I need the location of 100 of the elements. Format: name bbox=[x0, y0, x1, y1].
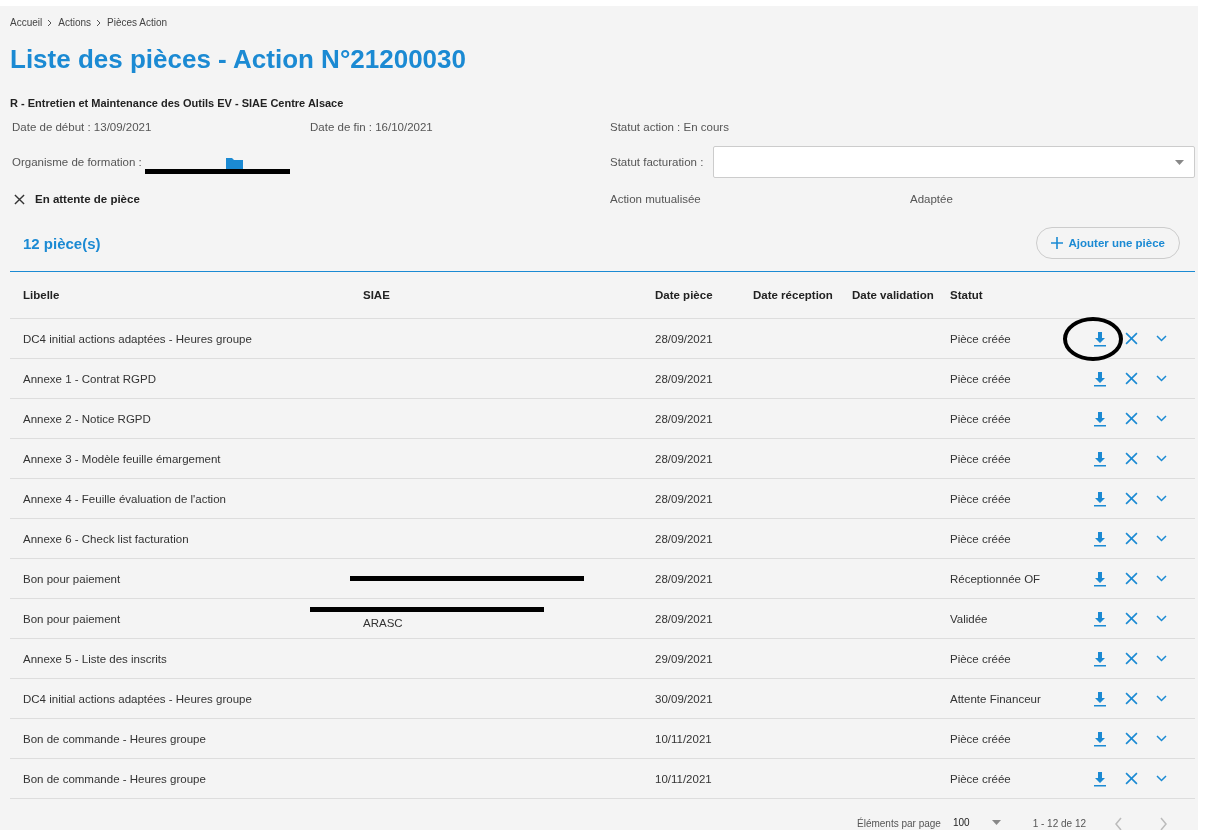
table-cell-text: Validée bbox=[950, 612, 989, 625]
expand-button[interactable] bbox=[1156, 695, 1167, 702]
delete-button[interactable] bbox=[1125, 652, 1138, 665]
table-cell-text: Bon pour paiement bbox=[23, 572, 122, 585]
close-icon bbox=[1125, 372, 1138, 385]
download-icon bbox=[1093, 650, 1107, 667]
table-cell-text: 28/09/2021 bbox=[655, 412, 714, 425]
start-date: Date de début : 13/09/2021 bbox=[11, 121, 153, 133]
download-button[interactable] bbox=[1093, 650, 1107, 667]
table-cell-text: 28/09/2021 bbox=[655, 572, 714, 585]
close-icon bbox=[1125, 532, 1138, 545]
delete-button[interactable] bbox=[1125, 332, 1138, 345]
chevron-down-icon bbox=[1156, 655, 1167, 662]
close-icon bbox=[1125, 652, 1138, 665]
chevron-right-icon bbox=[47, 18, 54, 27]
delete-button[interactable] bbox=[1125, 412, 1138, 425]
table-cell-text: Pièce créée bbox=[950, 532, 1012, 545]
table-cell-text: Annexe 2 - Notice RGPD bbox=[23, 412, 152, 425]
close-icon bbox=[1125, 452, 1138, 465]
previous-page-icon[interactable] bbox=[1114, 816, 1123, 830]
delete-button[interactable] bbox=[1125, 372, 1138, 385]
table-cell-text: 28/09/2021 bbox=[655, 452, 714, 465]
delete-button[interactable] bbox=[1125, 492, 1138, 505]
download-button[interactable] bbox=[1093, 610, 1107, 627]
close-icon bbox=[1125, 612, 1138, 625]
page-size-select[interactable]: 100 bbox=[950, 815, 1003, 830]
table-cell-text: DC4 initial actions adaptées - Heures groupe bbox=[23, 332, 253, 345]
delete-button[interactable] bbox=[1125, 452, 1138, 465]
download-button[interactable] bbox=[1093, 690, 1107, 707]
download-icon bbox=[1093, 690, 1107, 707]
expand-button[interactable] bbox=[1156, 375, 1167, 382]
table-cell-text: Attente Financeur bbox=[950, 692, 1042, 705]
action-status: Statut action : En cours bbox=[610, 121, 730, 133]
expand-button[interactable] bbox=[1156, 575, 1167, 582]
close-icon bbox=[14, 193, 25, 205]
expand-button[interactable] bbox=[1156, 495, 1167, 502]
table-cell-text: Pièce créée bbox=[950, 652, 1012, 665]
expand-button[interactable] bbox=[1156, 615, 1167, 622]
plus-icon bbox=[1050, 237, 1063, 249]
expand-button[interactable] bbox=[1156, 535, 1167, 542]
delete-button[interactable] bbox=[1125, 532, 1138, 545]
download-button[interactable] bbox=[1093, 330, 1107, 347]
table-cell-text: Bon de commande - Heures groupe bbox=[23, 732, 207, 745]
adapted-label: Adaptée bbox=[910, 193, 953, 205]
table-cell-text: 29/09/2021 bbox=[655, 652, 714, 665]
download-button[interactable] bbox=[1093, 530, 1107, 547]
expand-button[interactable] bbox=[1156, 455, 1167, 462]
breadcrumb-link[interactable]: Actions bbox=[58, 17, 92, 28]
download-icon bbox=[1093, 410, 1107, 427]
delete-button[interactable] bbox=[1125, 692, 1138, 705]
table-cell-text: Réceptionnée OF bbox=[950, 572, 1042, 585]
page-size-label: Éléments par page bbox=[857, 818, 941, 829]
mutualised-label: Action mutualisée bbox=[610, 193, 702, 205]
download-button[interactable] bbox=[1093, 410, 1107, 427]
breadcrumb-link[interactable]: Accueil bbox=[10, 17, 43, 28]
chevron-down-icon bbox=[1156, 535, 1167, 542]
chevron-down-icon bbox=[1156, 575, 1167, 582]
table-cell-text: 30/09/2021 bbox=[655, 692, 714, 705]
download-button[interactable] bbox=[1093, 450, 1107, 467]
column-header: SIAE bbox=[363, 289, 391, 301]
page-title: Liste des pièces - Action N°21200030 bbox=[10, 44, 467, 75]
column-header: Libelle bbox=[23, 289, 61, 301]
table-cell-text: 28/09/2021 bbox=[655, 492, 714, 505]
expand-button[interactable] bbox=[1156, 655, 1167, 662]
expand-button[interactable] bbox=[1156, 335, 1167, 342]
delete-button[interactable] bbox=[1125, 572, 1138, 585]
chevron-down-icon bbox=[1156, 615, 1167, 622]
close-icon bbox=[1125, 772, 1138, 785]
download-icon bbox=[1093, 610, 1107, 627]
breadcrumb-link[interactable]: Pièces Action bbox=[107, 17, 168, 28]
delete-button[interactable] bbox=[1125, 732, 1138, 745]
expand-button[interactable] bbox=[1156, 735, 1167, 742]
close-icon bbox=[1125, 492, 1138, 505]
download-button[interactable] bbox=[1093, 770, 1107, 787]
chevron-down-icon bbox=[1156, 695, 1167, 702]
table-cell-text: Annexe 6 - Check list facturation bbox=[23, 532, 190, 545]
close-icon bbox=[1125, 572, 1138, 585]
close-icon bbox=[1125, 412, 1138, 425]
column-header: Date validation bbox=[852, 289, 935, 301]
table-cell-text: 28/09/2021 bbox=[655, 372, 714, 385]
download-button[interactable] bbox=[1093, 570, 1107, 587]
waiting-status: En attente de pièce bbox=[10, 193, 310, 205]
page-range: 1 - 12 de 12 bbox=[1032, 818, 1086, 829]
chevron-down-icon bbox=[1156, 735, 1167, 742]
delete-button[interactable] bbox=[1125, 612, 1138, 625]
download-button[interactable] bbox=[1093, 490, 1107, 507]
piece-count: 12 pièce(s) bbox=[23, 234, 101, 252]
delete-button[interactable] bbox=[1125, 772, 1138, 785]
expand-button[interactable] bbox=[1156, 775, 1167, 782]
table-cell-text: Pièce créée bbox=[950, 452, 1012, 465]
table-cell-text: Bon pour paiement bbox=[23, 612, 122, 625]
chevron-down-icon bbox=[1156, 455, 1167, 462]
download-button[interactable] bbox=[1093, 370, 1107, 387]
dropdown-arrow-icon bbox=[991, 820, 1001, 825]
next-page-icon[interactable] bbox=[1159, 816, 1168, 830]
table-cell-text: Bon de commande - Heures groupe bbox=[23, 772, 207, 785]
table-cell-text: 28/09/2021 bbox=[655, 532, 714, 545]
dropdown-arrow-icon bbox=[1175, 159, 1184, 165]
download-button[interactable] bbox=[1093, 730, 1107, 747]
expand-button[interactable] bbox=[1156, 415, 1167, 422]
